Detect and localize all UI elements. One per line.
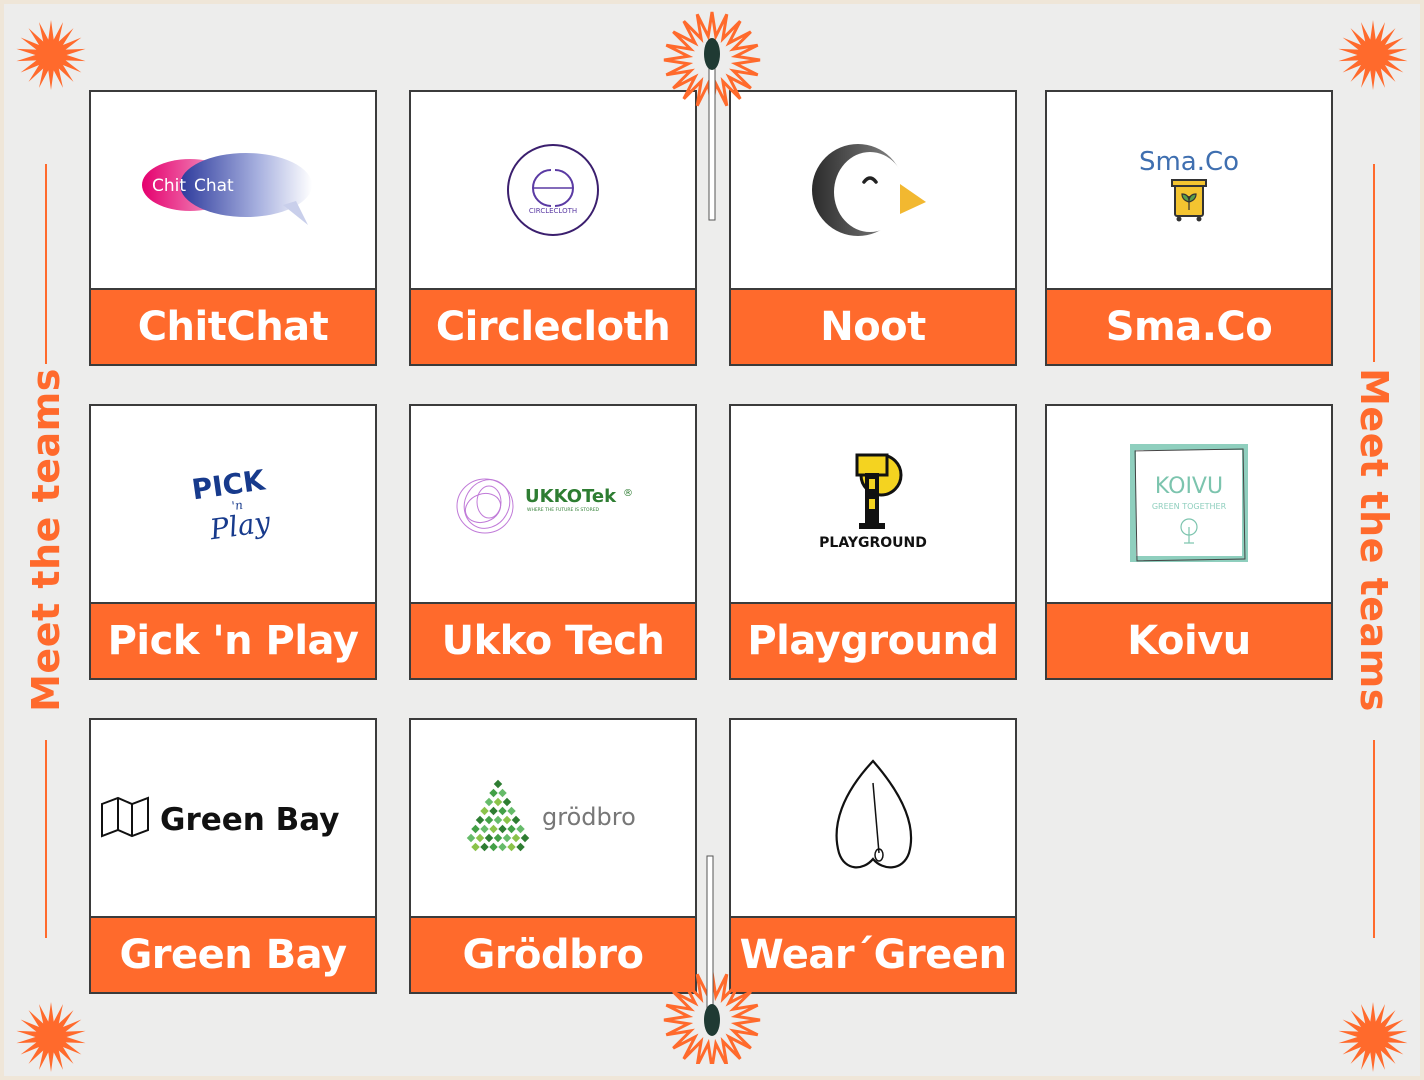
ukko-tech-logo: UKKOTek ® WHERE THE FUTURE IS STORED	[411, 406, 695, 602]
team-name: Playground	[731, 602, 1015, 678]
playground-logo: PLAYGROUND	[731, 406, 1015, 602]
match-bottom	[660, 854, 764, 1069]
ukko-tech-tagline: WHERE THE FUTURE IS STORED	[527, 507, 600, 513]
team-name: Green Bay	[91, 916, 375, 992]
match-top	[660, 4, 764, 224]
map-icon	[101, 796, 149, 838]
chitchat-logo: Chit Chat	[91, 92, 375, 288]
ukko-tech-logo-text: UKKOTek	[525, 486, 617, 507]
circlecloth-logo: CIRCLECLOTH	[411, 92, 695, 288]
team-card-koivu: KOIVU GREEN TOGETHER Koivu	[1045, 404, 1333, 680]
koivu-tagline: GREEN TOGETHER	[1152, 502, 1227, 511]
team-name: Ukko Tech	[411, 602, 695, 678]
koivu-logo: KOIVU GREEN TOGETHER	[1047, 406, 1331, 602]
left-side-label: Meet the teams	[16, 0, 76, 1080]
team-card-chitchat: Chit Chat ChitChat	[89, 90, 377, 366]
divider	[1373, 164, 1375, 362]
divider	[1373, 740, 1375, 938]
divider	[45, 164, 47, 364]
team-name: Grödbro	[411, 916, 695, 992]
chitchat-logo-text-1: Chit	[152, 176, 186, 196]
grodbro-logo: grödbro	[411, 720, 695, 916]
team-card-playground: PLAYGROUND Playground	[729, 404, 1017, 680]
divider	[45, 740, 47, 938]
team-card-grodbro: grödbro Grödbro	[409, 718, 697, 994]
pick-n-play-text-3: Play	[207, 505, 273, 546]
green-pixel-leaf-icon	[466, 779, 530, 852]
team-card-wear-green: Wear´Green	[729, 718, 1017, 994]
team-name: Sma.Co	[1047, 288, 1331, 364]
team-name: Circlecloth	[411, 288, 695, 364]
grodbro-logo-text: grödbro	[542, 803, 636, 831]
smaco-logo-text: Sma.Co	[1139, 147, 1239, 177]
pick-n-play-logo: PICK 'n Play	[91, 406, 375, 602]
penguin-logo	[731, 92, 1015, 288]
team-card-green-bay: Green Bay Green Bay	[89, 718, 377, 994]
team-card-smaco: Sma.Co Sma.Co	[1045, 90, 1333, 366]
team-name: Pick 'n Play	[91, 602, 375, 678]
playground-logo-text: PLAYGROUND	[819, 535, 927, 551]
koivu-logo-text: KOIVU	[1155, 474, 1223, 499]
team-name: Koivu	[1047, 602, 1331, 678]
team-card-circlecloth: CIRCLECLOTH Circlecloth	[409, 90, 697, 366]
chitchat-logo-text-2: Chat	[194, 176, 234, 196]
ukko-tech-reg-mark: ®	[623, 488, 633, 499]
circlecloth-logo-text: CIRCLECLOTH	[529, 207, 577, 215]
green-bay-logo-text: Green Bay	[160, 802, 339, 838]
team-name: Noot	[731, 288, 1015, 364]
pick-n-play-text-1: PICK	[190, 463, 268, 506]
team-name: ChitChat	[91, 288, 375, 364]
team-card-noot: Noot	[729, 90, 1017, 366]
team-name: Wear´Green	[731, 916, 1015, 992]
meet-the-teams-label-left: Meet the teams	[24, 368, 68, 712]
green-bay-logo: Green Bay	[91, 720, 375, 916]
team-card-pick-n-play: PICK 'n Play Pick 'n Play	[89, 404, 377, 680]
smaco-logo: Sma.Co	[1047, 92, 1331, 288]
meet-the-teams-label-right: Meet the teams	[1352, 368, 1396, 712]
right-side-label: Meet the teams	[1344, 0, 1404, 1080]
team-card-ukko-tech: UKKOTek ® WHERE THE FUTURE IS STORED Ukk…	[409, 404, 697, 680]
wear-green-logo	[731, 720, 1015, 916]
